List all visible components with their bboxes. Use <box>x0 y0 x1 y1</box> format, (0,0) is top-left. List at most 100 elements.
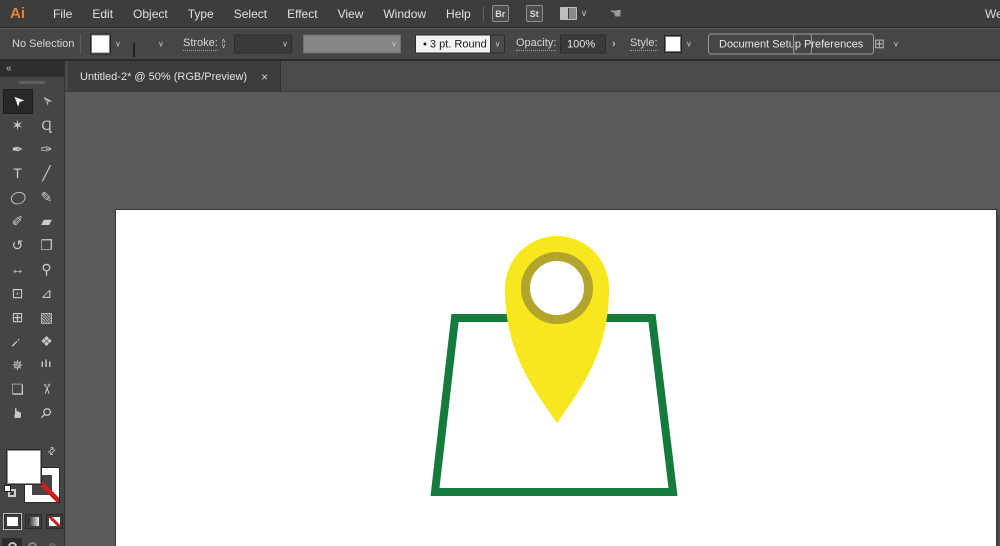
menu-select[interactable]: Select <box>224 0 277 28</box>
document-tab[interactable]: Untitled-2* @ 50% (RGB/Preview) × <box>68 61 282 92</box>
zoom-tool[interactable]: ⚲ <box>33 402 61 425</box>
paintbrush-tool[interactable]: ✎ <box>33 186 61 209</box>
lasso-tool[interactable]: Ɋ <box>33 114 61 137</box>
menu-edit[interactable]: Edit <box>82 0 123 28</box>
opacity-label[interactable]: Opacity: <box>516 37 557 51</box>
menu-type[interactable]: Type <box>178 0 224 28</box>
collapse-panel-icon[interactable]: « <box>6 63 11 74</box>
style-label[interactable]: Style: <box>630 37 658 51</box>
draw-normal-button[interactable] <box>2 538 22 546</box>
color-button[interactable] <box>4 514 21 529</box>
app-logo: Ai <box>10 5 25 22</box>
eraser-tool[interactable]: ▰ <box>33 210 61 233</box>
ellipse-tool[interactable]: ◯ <box>4 186 32 209</box>
stroke-weight-label[interactable]: Stroke: <box>183 37 218 51</box>
artboard-tool[interactable]: ❏ <box>4 378 32 401</box>
chevron-down-icon: ∨ <box>494 39 501 49</box>
default-fill-stroke-icon[interactable] <box>4 485 16 497</box>
mesh-tool[interactable]: ⊞ <box>4 306 32 329</box>
tool-grid: ➤ ➢ ✶ Ɋ ✒ ✑ T ╱ ◯ ✎ ✐ ▰ ↺ ❐ ↔ ⚲ ⊡ ⊿ ⊞ ▧ … <box>3 89 61 425</box>
brush-definition-dropdown[interactable]: ∨ <box>490 34 505 54</box>
preferences-button[interactable]: Preferences <box>793 33 875 55</box>
type-tool[interactable]: T <box>4 162 32 185</box>
opacity-slider-arrow-icon[interactable]: › <box>612 38 616 50</box>
color-mode-buttons <box>4 514 63 529</box>
touch-workspace-icon[interactable]: ☚ <box>609 5 622 22</box>
menu-window[interactable]: Window <box>373 0 436 28</box>
width-tool[interactable]: ↔ <box>4 258 32 281</box>
rotate-tool[interactable]: ↺ <box>4 234 32 257</box>
perspective-grid-tool[interactable]: ⊿ <box>33 282 61 305</box>
style-swatch[interactable] <box>664 35 682 53</box>
slice-tool[interactable]: ✂ <box>33 378 61 401</box>
drawing-mode-buttons <box>2 538 62 546</box>
align-chevron-icon[interactable]: ∨ <box>893 40 899 49</box>
brush-definition-value: 3 pt. Round <box>429 38 487 50</box>
fill-color-swatch[interactable] <box>90 33 111 55</box>
panel-grip[interactable] <box>19 81 45 84</box>
selection-status: No Selection <box>12 38 75 50</box>
stock-button[interactable]: St <box>525 5 543 22</box>
column-graph-tool[interactable]: ılı <box>33 354 61 377</box>
toolbar-header: « <box>0 61 65 77</box>
stroke-chevron-icon[interactable]: ∨ <box>158 40 164 49</box>
artwork <box>430 235 678 496</box>
tools-panel: ➤ ➢ ✶ Ɋ ✒ ✑ T ╱ ◯ ✎ ✐ ▰ ↺ ❐ ↔ ⚲ ⊡ ⊿ ⊞ ▧ … <box>0 77 65 546</box>
line-segment-tool[interactable]: ╱ <box>33 162 61 185</box>
draw-inside-button[interactable] <box>42 538 62 546</box>
menu-view[interactable]: View <box>328 0 374 28</box>
workspace-layout-icon[interactable] <box>559 7 577 20</box>
control-bar: No Selection ∨ ∨ Stroke: ∧ ∨ ∨ ∨ • 3 pt.… <box>0 29 1000 61</box>
canvas-pasteboard[interactable] <box>66 93 1000 546</box>
document-tab-title: Untitled-2* @ 50% (RGB/Preview) <box>80 70 248 83</box>
variable-width-profile-select: ∨ <box>303 34 401 54</box>
menu-list: File Edit Object Type Select Effect View… <box>43 0 481 28</box>
fill-indicator-white[interactable] <box>7 450 41 484</box>
menu-help[interactable]: Help <box>436 0 481 28</box>
blend-tool[interactable]: ❖ <box>33 330 61 353</box>
opacity-input[interactable]: 100% <box>560 34 606 54</box>
map-pin-ring[interactable] <box>521 252 593 324</box>
fill-stroke-indicator: ⇄ <box>4 445 64 508</box>
stroke-weight-select[interactable]: ∨ <box>234 34 292 54</box>
eyedropper-tool[interactable]: ¡ <box>4 330 32 353</box>
close-icon[interactable]: × <box>261 70 268 84</box>
direct-selection-tool[interactable]: ➢ <box>33 90 61 113</box>
illustrator-window: Ai File Edit Object Type Select Effect V… <box>0 0 1000 546</box>
stroke-weight-stepper[interactable]: ∧ ∨ <box>221 38 226 50</box>
puppet-warp-tool[interactable]: ⚲ <box>33 258 61 281</box>
style-chevron-icon[interactable]: ∨ <box>686 40 692 49</box>
brush-bullet: • <box>423 38 427 50</box>
menu-object[interactable]: Object <box>123 0 178 28</box>
chevron-down-icon: ∨ <box>391 39 397 49</box>
shaper-tool[interactable]: ✐ <box>4 210 32 233</box>
draw-behind-button[interactable] <box>22 538 42 546</box>
none-button[interactable] <box>46 514 63 529</box>
fill-chevron-icon[interactable]: ∨ <box>115 40 121 49</box>
chevron-down-icon: ∨ <box>282 39 288 49</box>
gradient-button[interactable] <box>25 514 42 529</box>
control-divider <box>80 34 81 54</box>
hand-tool[interactable]: ☛ <box>4 402 32 425</box>
chevron-down-icon[interactable]: ∨ <box>581 8 588 19</box>
swap-fill-stroke-icon[interactable]: ⇄ <box>45 445 59 459</box>
menubar-divider <box>482 6 484 21</box>
symbol-sprayer-tool[interactable]: ✵ <box>4 354 32 377</box>
selection-tool[interactable]: ➤ <box>3 89 32 113</box>
stepper-down-icon[interactable]: ∨ <box>221 43 226 50</box>
menu-file[interactable]: File <box>43 0 82 28</box>
curvature-tool[interactable]: ✑ <box>33 138 61 161</box>
scale-tool[interactable]: ❐ <box>33 234 61 257</box>
artboard[interactable] <box>116 210 996 546</box>
menu-effect[interactable]: Effect <box>277 0 327 28</box>
pen-tool[interactable]: ✒ <box>4 138 32 161</box>
free-transform-tool[interactable]: ⊡ <box>4 282 32 305</box>
workspace-truncated-label: We <box>985 7 1000 21</box>
brush-definition-button[interactable]: • 3 pt. Round <box>415 34 495 54</box>
menubar: Ai File Edit Object Type Select Effect V… <box>0 0 1000 28</box>
align-options-icon[interactable]: ⊞ <box>874 36 885 52</box>
magic-wand-tool[interactable]: ✶ <box>4 114 32 137</box>
gradient-tool[interactable]: ▧ <box>33 306 61 329</box>
stroke-color-swatch[interactable] <box>133 43 135 57</box>
bridge-button[interactable]: Br <box>491 5 509 22</box>
